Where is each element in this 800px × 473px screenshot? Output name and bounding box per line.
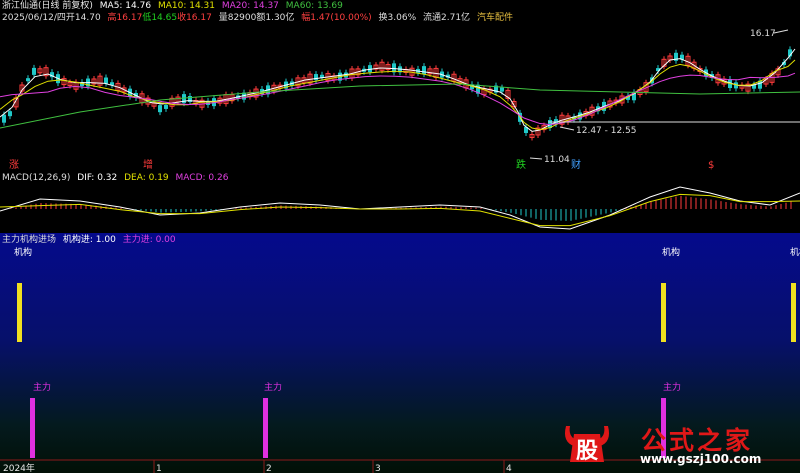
tag-zhang: 涨: [9, 159, 19, 171]
dif-line: [0, 186, 800, 230]
x-axis-label: 2: [266, 464, 272, 473]
tag-zeng: 增: [143, 158, 153, 171]
jigou-label: 机构: [14, 246, 32, 258]
jigou-bar: [791, 283, 796, 342]
logo-char: 股: [576, 439, 598, 464]
high-price-pointer: [773, 29, 789, 34]
zhuli-bar: [30, 398, 35, 458]
jigou-bar: [661, 283, 666, 342]
macd-panel[interactable]: MACD(12,26,9) DIF: 0.32 DEA: 0.19 MACD: …: [0, 171, 800, 233]
tag-die: 跌: [516, 158, 526, 171]
low-price-pointer: [529, 157, 543, 160]
x-axis-label: 3: [375, 464, 381, 473]
zhuli-label: 主力: [33, 381, 51, 393]
zhuli-label: 主力: [264, 381, 282, 393]
x-axis-label: 1: [156, 464, 162, 473]
x-axis-label: 4: [506, 464, 512, 473]
jigou-label: 机构: [790, 246, 800, 258]
jigou-bar: [17, 283, 22, 342]
tag-dollar: $: [708, 160, 714, 171]
logo-icon: 股: [565, 426, 609, 464]
candlestick-chart[interactable]: 16.17 12.47 - 12.55 11.04 涨 增 跌 财 $: [0, 0, 800, 171]
dea-line: [0, 193, 800, 227]
price-panel[interactable]: 浙江仙通(日线 前复权) MA5: 14.76 MA10: 14.31 MA20…: [0, 0, 800, 171]
ma20-line: [0, 72, 796, 126]
range-pointer: [559, 126, 575, 131]
tag-cai: 财: [571, 158, 581, 171]
jigou-label: 机构: [662, 246, 680, 258]
brand-url[interactable]: www.gszj100.com: [640, 452, 761, 466]
low-price-label: 11.04: [544, 155, 570, 165]
zhuli-label: 主力: [663, 381, 681, 393]
zhuli-bar: [263, 398, 268, 458]
x-axis-label: 2024年: [3, 462, 35, 473]
high-price-label: 16.17: [750, 29, 776, 39]
macd-chart[interactable]: [0, 171, 800, 233]
range-label: 12.47 - 12.55: [576, 126, 637, 136]
